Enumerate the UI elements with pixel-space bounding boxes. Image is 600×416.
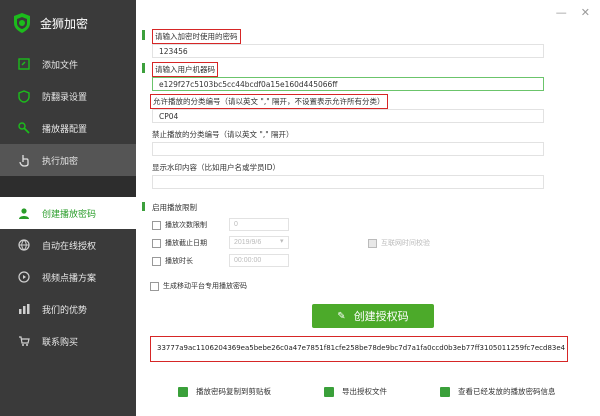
sidebar-item-anti-record[interactable]: 防翻录设置 bbox=[0, 80, 136, 112]
limits-section-label: 启用播放限制 bbox=[152, 203, 197, 212]
mobile-label: 生成移动平台专用播放密码 bbox=[163, 282, 247, 290]
copy-password-label: 播放密码复制到剪贴板 bbox=[196, 387, 271, 396]
close-button[interactable]: ✕ bbox=[581, 6, 590, 19]
sidebar-divider bbox=[0, 176, 136, 197]
sidebar-item-label: 联系购买 bbox=[42, 337, 79, 348]
auth-code-output[interactable]: 33777a9ac1106204369ea5bebe26c0a47e7851f8… bbox=[150, 336, 568, 362]
allowed-group-input[interactable] bbox=[152, 109, 544, 123]
forbidden-group-label: 禁止播放的分类编号（请以英文 "," 隔开） bbox=[152, 130, 294, 139]
user-icon bbox=[16, 205, 32, 221]
mobile-checkbox[interactable] bbox=[150, 281, 159, 291]
password-input[interactable] bbox=[152, 44, 544, 58]
view-issued-passwords-label: 查看已经发放的播放密码信息 bbox=[458, 387, 556, 396]
minimize-button[interactable]: — bbox=[556, 6, 567, 19]
sidebar-item-label: 自动在线授权 bbox=[42, 241, 97, 252]
play-count-label: 播放次数限制 bbox=[165, 221, 207, 229]
export-icon bbox=[324, 386, 334, 397]
section-marker bbox=[142, 30, 145, 40]
forbidden-group-input[interactable] bbox=[152, 142, 544, 156]
app-brand: 金狮加密 bbox=[0, 0, 136, 46]
duration-checkbox[interactable] bbox=[152, 256, 161, 266]
duration-row: 播放时长 bbox=[152, 256, 193, 266]
pencil-icon: ✎ bbox=[337, 310, 346, 322]
shield-icon bbox=[16, 88, 32, 104]
chart-icon bbox=[16, 301, 32, 317]
cart-icon bbox=[16, 333, 32, 349]
create-auth-code-button[interactable]: ✎ 创建授权码 bbox=[312, 304, 434, 328]
mobile-row: 生成移动平台专用播放密码 bbox=[150, 281, 247, 291]
machine-code-label: 请输入用户机器码 bbox=[152, 62, 218, 77]
clipboard-icon bbox=[178, 386, 188, 397]
sidebar-item-create-password[interactable]: 创建播放密码 bbox=[0, 197, 136, 229]
sidebar-item-label: 创建播放密码 bbox=[42, 209, 97, 220]
sidebar-item-advantages[interactable]: 我们的优势 bbox=[0, 293, 136, 325]
net-time-checkbox[interactable] bbox=[368, 238, 377, 248]
export-auth-file-label: 导出授权文件 bbox=[342, 387, 387, 396]
allowed-group-label: 允许播放的分类编号（请以英文 "," 隔开，不设置表示允许所有分类） bbox=[150, 94, 388, 109]
search-icon bbox=[440, 386, 450, 397]
net-time-label: 互联网时间校验 bbox=[381, 239, 430, 247]
window-controls: — ✕ bbox=[556, 6, 590, 19]
sidebar-item-label: 添加文件 bbox=[42, 60, 79, 71]
sidebar-item-auto-online-auth[interactable]: 自动在线授权 bbox=[0, 229, 136, 261]
duration-label: 播放时长 bbox=[165, 257, 193, 265]
sidebar-item-add-file[interactable]: 添加文件 bbox=[0, 48, 136, 80]
sidebar-item-player-config[interactable]: 播放器配置 bbox=[0, 112, 136, 144]
sidebar-item-label: 执行加密 bbox=[42, 156, 79, 167]
copy-password-button[interactable]: 播放密码复制到剪贴板 bbox=[178, 386, 271, 397]
sidebar-item-label: 防翻录设置 bbox=[42, 92, 88, 103]
export-auth-file-button[interactable]: 导出授权文件 bbox=[324, 386, 387, 397]
sidebar-item-contact-buy[interactable]: 联系购买 bbox=[0, 325, 136, 357]
password-label: 请输入加密时使用的密码 bbox=[152, 29, 241, 44]
sidebar-item-execute-encrypt[interactable]: 执行加密 bbox=[0, 144, 136, 176]
create-auth-code-label: 创建授权码 bbox=[353, 310, 409, 323]
globe-icon bbox=[16, 237, 32, 253]
play-count-row: 播放次数限制 bbox=[152, 220, 207, 230]
view-issued-passwords-button[interactable]: 查看已经发放的播放密码信息 bbox=[440, 386, 556, 397]
sidebar-item-vod-plan[interactable]: 视频点播方案 bbox=[0, 261, 136, 293]
sidebar-item-label: 视频点播方案 bbox=[42, 273, 97, 284]
calendar-dropdown-icon[interactable]: ▾ bbox=[280, 237, 284, 245]
watermark-input[interactable] bbox=[152, 175, 544, 189]
duration-input[interactable] bbox=[229, 254, 289, 267]
end-date-row: 播放截止日期 bbox=[152, 238, 207, 248]
end-date-label: 播放截止日期 bbox=[165, 239, 207, 247]
play-count-input[interactable] bbox=[229, 218, 289, 231]
section-marker bbox=[142, 63, 145, 73]
sidebar: 金狮加密 添加文件 防翻录设置 播放器配置 执行加密 创建播放密码 自动在线授权… bbox=[0, 0, 136, 416]
lion-shield-logo-icon bbox=[14, 13, 30, 33]
add-file-icon bbox=[16, 56, 32, 72]
end-date-checkbox[interactable] bbox=[152, 238, 161, 248]
machine-code-input[interactable] bbox=[152, 77, 544, 91]
app-title: 金狮加密 bbox=[40, 16, 89, 31]
net-time-row: 互联网时间校验 bbox=[368, 238, 430, 248]
wrench-icon bbox=[16, 120, 32, 136]
sidebar-item-label: 我们的优势 bbox=[42, 305, 88, 316]
video-icon bbox=[16, 269, 32, 285]
watermark-label: 显示水印内容（比如用户名或学员ID） bbox=[152, 163, 280, 172]
section-marker bbox=[142, 202, 145, 211]
play-count-checkbox[interactable] bbox=[152, 220, 161, 230]
hand-pointer-icon bbox=[16, 152, 32, 168]
sidebar-item-label: 播放器配置 bbox=[42, 124, 88, 135]
